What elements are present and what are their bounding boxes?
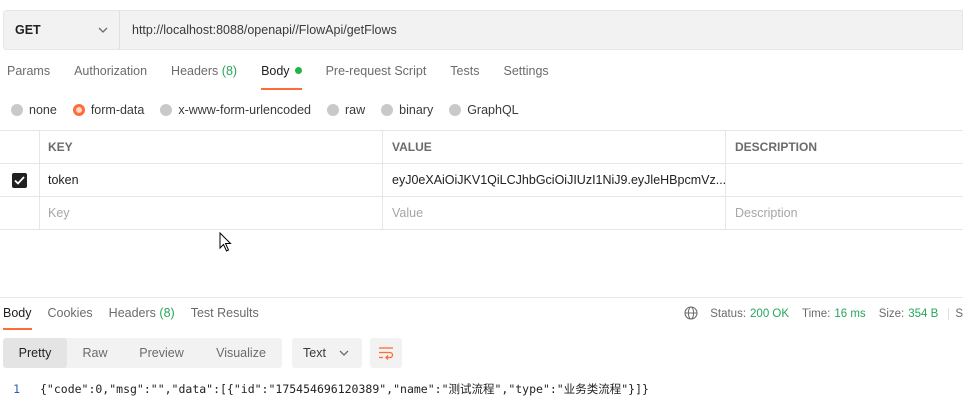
tab-label: Headers bbox=[171, 64, 219, 78]
size-label: Size: bbox=[878, 308, 905, 320]
tab-body[interactable]: Body bbox=[261, 64, 302, 90]
mouse-cursor-icon bbox=[219, 231, 233, 255]
response-tab-test-results[interactable]: Test Results bbox=[191, 306, 259, 330]
tab-label: Authorization bbox=[74, 64, 148, 78]
tab-label: Tests bbox=[450, 64, 480, 78]
radio-label: none bbox=[29, 103, 57, 117]
radio-label: raw bbox=[345, 103, 366, 117]
description-cell[interactable] bbox=[726, 164, 963, 196]
radio-binary[interactable]: binary bbox=[381, 103, 433, 117]
radio-circle bbox=[327, 104, 339, 116]
radio-label: binary bbox=[399, 103, 434, 117]
request-tabs: Params Authorization Headers (8) Body Pr… bbox=[7, 64, 573, 90]
method-label: GET bbox=[15, 23, 41, 37]
radio-label: x-www-form-urlencoded bbox=[178, 103, 311, 117]
request-url-bar: GET http://localhost:8088/openapi//FlowA… bbox=[3, 10, 963, 50]
column-header-description: DESCRIPTION bbox=[735, 140, 818, 154]
status-label: Status: bbox=[710, 308, 747, 320]
tab-count: (8) bbox=[159, 306, 175, 320]
response-tab-headers[interactable]: Headers (8) bbox=[109, 306, 175, 330]
tab-headers[interactable]: Headers (8) bbox=[171, 64, 237, 90]
tab-label: Headers bbox=[108, 306, 156, 320]
chevron-down-icon bbox=[338, 347, 350, 359]
response-status-bar: Status: 200 OK Time: 16 ms Size: 354 B S bbox=[684, 305, 963, 323]
response-tab-cookies[interactable]: Cookies bbox=[48, 306, 93, 330]
view-visualize-button[interactable]: Visualize bbox=[200, 338, 282, 368]
radio-label: form-data bbox=[90, 103, 145, 117]
radio-none[interactable]: none bbox=[11, 103, 57, 117]
divider bbox=[0, 297, 963, 298]
code-text[interactable]: {"code":0,"msg":"","data":[{"id":"175454… bbox=[40, 381, 649, 397]
body-type-options: none form-data x-www-form-urlencoded raw… bbox=[11, 102, 535, 118]
table-row-empty: Key Value Description bbox=[0, 197, 963, 230]
radio-circle bbox=[160, 104, 173, 116]
value-placeholder[interactable]: Value bbox=[383, 197, 726, 229]
tab-params[interactable]: Params bbox=[7, 64, 50, 90]
form-data-table: KEY VALUE DESCRIPTION token eyJ0eXAiOiJK… bbox=[0, 130, 963, 230]
tab-authorization[interactable]: Authorization bbox=[74, 64, 147, 90]
response-code-line: 1 {"code":0,"msg":"","data":[{"id":"1754… bbox=[0, 380, 649, 398]
tab-count: (8) bbox=[221, 64, 238, 78]
key-placeholder[interactable]: Key bbox=[40, 197, 383, 229]
tab-settings[interactable]: Settings bbox=[503, 64, 548, 90]
description-placeholder[interactable]: Description bbox=[726, 197, 963, 229]
view-pretty-button[interactable]: Pretty bbox=[3, 338, 67, 368]
method-select[interactable]: GET bbox=[4, 11, 120, 49]
radio-graphql[interactable]: GraphQL bbox=[449, 103, 519, 117]
radio-circle bbox=[449, 104, 462, 116]
status-dot-icon bbox=[294, 67, 302, 74]
status-value[interactable]: 200 OK bbox=[750, 308, 789, 320]
tab-label: Body bbox=[3, 306, 32, 320]
radio-x-www-form-urlencoded[interactable]: x-www-form-urlencoded bbox=[160, 103, 311, 117]
wrap-lines-icon bbox=[379, 347, 394, 360]
tab-label: Body bbox=[261, 64, 290, 78]
radio-raw[interactable]: raw bbox=[327, 103, 365, 117]
tab-label: Cookies bbox=[47, 306, 93, 320]
chevron-down-icon bbox=[97, 24, 109, 36]
wrap-lines-button[interactable] bbox=[370, 338, 402, 368]
row-checkbox[interactable] bbox=[12, 172, 27, 188]
radio-label: GraphQL bbox=[467, 103, 519, 117]
radio-circle-selected bbox=[72, 104, 85, 116]
radio-circle bbox=[381, 104, 394, 116]
url-input[interactable]: http://localhost:8088/openapi//FlowApi/g… bbox=[120, 23, 397, 37]
view-preview-button[interactable]: Preview bbox=[123, 338, 200, 368]
table-row: token eyJ0eXAiOiJKV1QiLCJhbGciOiJIUzI1Ni… bbox=[0, 164, 963, 197]
tab-pre-request-script[interactable]: Pre-request Script bbox=[326, 64, 427, 90]
key-cell[interactable]: token bbox=[40, 164, 383, 196]
check-icon bbox=[14, 175, 25, 185]
time-value[interactable]: 16 ms bbox=[834, 308, 865, 320]
column-header-key: KEY bbox=[40, 131, 383, 163]
tab-label: Settings bbox=[503, 64, 549, 78]
table-header-row: KEY VALUE DESCRIPTION bbox=[0, 131, 963, 164]
tab-label: Test Results bbox=[190, 306, 259, 320]
radio-form-data[interactable]: form-data bbox=[72, 103, 145, 117]
table-cell bbox=[0, 197, 40, 229]
table-cell bbox=[0, 164, 40, 196]
tab-label: Params bbox=[7, 64, 51, 78]
time-label: Time: bbox=[802, 308, 831, 320]
value-cell[interactable]: eyJ0eXAiOiJKV1QiLCJhbGciOiJIUzI1NiJ9.eyJ… bbox=[383, 164, 726, 196]
response-tab-body[interactable]: Body bbox=[3, 306, 32, 330]
view-mode-group: Pretty Raw Preview Visualize bbox=[3, 338, 282, 368]
tab-label: Pre-request Script bbox=[325, 64, 427, 78]
format-select[interactable]: Text bbox=[292, 338, 362, 368]
table-cell bbox=[0, 131, 40, 163]
column-header-value: VALUE bbox=[383, 131, 726, 163]
globe-icon[interactable] bbox=[684, 305, 698, 323]
truncated-label[interactable]: S bbox=[948, 308, 963, 320]
format-label: Text bbox=[303, 346, 326, 360]
response-tabs: Body Cookies Headers (8) Test Results bbox=[3, 306, 275, 330]
view-raw-button[interactable]: Raw bbox=[67, 338, 123, 368]
radio-circle bbox=[11, 104, 23, 116]
tab-tests[interactable]: Tests bbox=[450, 64, 479, 90]
line-number: 1 bbox=[13, 382, 20, 396]
size-value[interactable]: 354 B bbox=[908, 308, 938, 320]
